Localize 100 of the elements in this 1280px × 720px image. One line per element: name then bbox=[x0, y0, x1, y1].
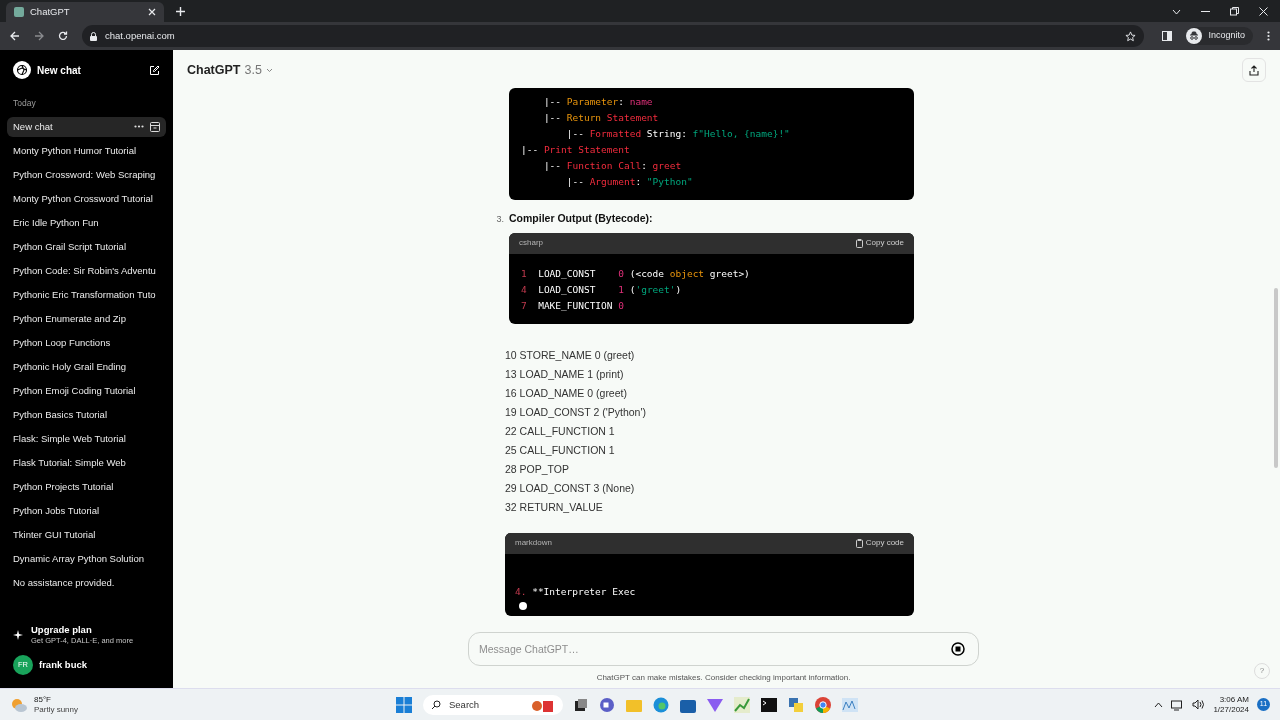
side-panel-icon[interactable] bbox=[1162, 31, 1173, 41]
chat-history-item[interactable]: Tkinter GUI Tutorial bbox=[7, 524, 166, 545]
chat-history-item[interactable]: Python Grail Script Tutorial bbox=[7, 236, 166, 257]
minimize-icon[interactable] bbox=[1201, 10, 1210, 13]
bytecode-line: 13 LOAD_NAME 1 (print) bbox=[505, 366, 625, 382]
chat-history-item[interactable]: Python Crossword: Web Scraping bbox=[7, 164, 166, 185]
close-icon[interactable] bbox=[1259, 7, 1268, 16]
clipboard-icon bbox=[855, 538, 863, 548]
edge-icon[interactable] bbox=[653, 697, 669, 713]
weather-icon bbox=[10, 696, 28, 713]
share-icon bbox=[1249, 64, 1259, 76]
bytecode-line: 28 POP_TOP bbox=[505, 461, 570, 477]
code-language: csharp bbox=[519, 237, 543, 250]
chat-history-item[interactable]: Python Code: Sir Robin's Adventu bbox=[7, 260, 166, 281]
weather-widget[interactable]: 85°F Partly sunny bbox=[10, 694, 79, 715]
close-icon[interactable] bbox=[148, 8, 156, 16]
copy-code-button[interactable]: Copy code bbox=[855, 237, 904, 250]
windows-start-icon[interactable] bbox=[396, 697, 412, 713]
url-text: chat.openai.com bbox=[105, 28, 175, 43]
bytecode-line: 25 CALL_FUNCTION 1 bbox=[505, 442, 616, 458]
user-name: frank buck bbox=[39, 657, 88, 672]
store-icon[interactable] bbox=[680, 697, 696, 713]
chat-history-item[interactable]: Pythonic Holy Grail Ending bbox=[7, 356, 166, 377]
triangle-app-icon[interactable] bbox=[707, 697, 723, 713]
monitor-app-icon[interactable] bbox=[842, 698, 858, 712]
chevron-down-icon bbox=[265, 67, 273, 73]
bytecode-line: 10 STORE_NAME 0 (greet) bbox=[505, 347, 636, 363]
message-input[interactable]: Message ChatGPT… bbox=[468, 632, 979, 666]
upgrade-title: Upgrade plan bbox=[31, 624, 93, 636]
copy-code-button[interactable]: Copy code bbox=[855, 537, 904, 550]
restore-icon[interactable] bbox=[1230, 7, 1239, 16]
incognito-icon bbox=[1186, 28, 1203, 44]
chat-icon[interactable] bbox=[599, 697, 615, 713]
code-line: |-- Formatted String: f"Hello, {name}!" bbox=[565, 127, 791, 141]
code-line: |-- Return Statement bbox=[542, 111, 660, 125]
address-bar[interactable]: chat.openai.com bbox=[82, 25, 1145, 47]
forward-icon[interactable] bbox=[34, 31, 44, 41]
chat-history-item[interactable]: Flask Tutorial: Simple Web bbox=[7, 452, 166, 473]
gift-icon bbox=[531, 698, 555, 712]
sparkle-icon bbox=[13, 630, 23, 640]
chat-history-item[interactable]: Python Emoji Coding Tutorial bbox=[7, 380, 166, 401]
tab-title: ChatGPT bbox=[30, 4, 71, 19]
clock[interactable]: 3:06 AM 1/27/2024 bbox=[1213, 694, 1249, 715]
taskbar-search[interactable]: Search bbox=[423, 695, 563, 715]
speaker-icon[interactable] bbox=[1192, 699, 1206, 710]
code-line: |-- Argument: "Python" bbox=[565, 175, 694, 189]
browser-tab[interactable]: ChatGPT bbox=[6, 2, 164, 22]
archive-icon[interactable] bbox=[150, 121, 160, 132]
chart-app-icon[interactable] bbox=[734, 697, 750, 713]
chat-history-item[interactable]: Monty Python Crossword Tutorial bbox=[7, 188, 166, 209]
chat-history-item[interactable]: Python Jobs Tutorial bbox=[7, 500, 166, 521]
chat-history-item[interactable]: New chat bbox=[7, 116, 166, 137]
chat-history-item[interactable]: Python Enumerate and Zip bbox=[7, 308, 166, 329]
bytecode-line: 19 LOAD_CONST 2 ('Python') bbox=[505, 404, 647, 420]
new-chat-button[interactable]: New chat bbox=[7, 50, 166, 90]
more-icon[interactable] bbox=[134, 125, 144, 129]
chat-history-item[interactable]: Monty Python Humor Tutorial bbox=[7, 140, 166, 161]
chat-history-item[interactable]: Dynamic Array Python Solution bbox=[7, 548, 166, 569]
bytecode-line: 32 RETURN_VALUE bbox=[505, 499, 604, 515]
reload-icon[interactable] bbox=[58, 31, 68, 41]
chat-history-item[interactable]: Python Loop Functions bbox=[7, 332, 166, 353]
chat-history-item[interactable]: Pythonic Eric Transformation Tuto bbox=[7, 284, 166, 305]
chat-history-item[interactable]: No assistance provided. bbox=[7, 572, 166, 593]
code-line: |-- Function Call: greet bbox=[542, 159, 683, 173]
lock-icon bbox=[90, 31, 97, 41]
bytecode-line: 16 LOAD_NAME 0 (greet) bbox=[505, 385, 628, 401]
back-icon[interactable] bbox=[10, 31, 20, 41]
chat-history-item[interactable]: Flask: Simple Web Tutorial bbox=[7, 428, 166, 449]
menu-icon[interactable] bbox=[1267, 31, 1270, 41]
chatgpt-favicon-icon bbox=[14, 7, 24, 17]
code-line: 1 LOAD_CONST 0 (<code object greet>) bbox=[521, 266, 751, 281]
python-app-icon[interactable] bbox=[788, 697, 804, 713]
new-tab-icon[interactable] bbox=[176, 7, 185, 16]
share-button[interactable] bbox=[1242, 58, 1266, 82]
disclaimer-text: ChatGPT can make mistakes. Consider checking important information. bbox=[596, 672, 851, 684]
code-line: |-- Print Statement bbox=[521, 143, 631, 157]
chat-history-item[interactable]: Eric Idle Python Fun bbox=[7, 212, 166, 233]
search-icon bbox=[431, 700, 441, 710]
code-line: |-- Parameter: name bbox=[542, 95, 654, 109]
chat-history-item[interactable]: Python Basics Tutorial bbox=[7, 404, 166, 425]
bytecode-line: 29 LOAD_CONST 3 (None) bbox=[505, 480, 636, 496]
task-view-icon[interactable] bbox=[574, 698, 588, 712]
terminal-icon[interactable] bbox=[761, 698, 777, 712]
scrollbar[interactable] bbox=[1274, 288, 1278, 468]
profile-button[interactable]: Incognito bbox=[1186, 27, 1253, 45]
edit-icon[interactable] bbox=[149, 64, 160, 76]
stop-icon[interactable] bbox=[951, 642, 965, 656]
tab-search-icon[interactable] bbox=[1172, 8, 1181, 15]
network-icon[interactable] bbox=[1171, 698, 1185, 711]
chrome-icon[interactable] bbox=[815, 697, 831, 713]
chevron-up-icon[interactable] bbox=[1154, 701, 1164, 708]
list-number: 3. bbox=[495, 213, 505, 226]
code-line: 4 LOAD_CONST 1 ('greet') bbox=[521, 282, 683, 297]
star-icon[interactable] bbox=[1125, 30, 1137, 42]
chat-history-item[interactable]: Python Projects Tutorial bbox=[7, 476, 166, 497]
clipboard-icon bbox=[855, 238, 863, 248]
bytecode-line: 22 CALL_FUNCTION 1 bbox=[505, 423, 616, 439]
section-heading: Compiler Output (Bytecode): bbox=[509, 211, 653, 226]
code-language: markdown bbox=[515, 537, 552, 550]
model-selector[interactable]: ChatGPT 3.5 bbox=[187, 60, 273, 80]
